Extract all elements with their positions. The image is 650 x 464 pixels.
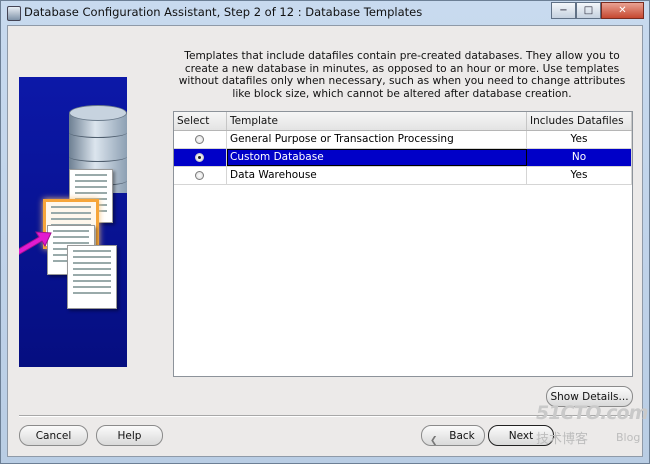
- dialog-body: Templates that include datafiles contain…: [7, 25, 648, 457]
- template-description: Templates that include datafiles contain…: [178, 50, 626, 100]
- column-header-datafiles: Includes Datafiles: [527, 112, 632, 130]
- template-radio-button[interactable]: [195, 171, 204, 180]
- back-button[interactable]: ❮ Back: [421, 425, 485, 446]
- includes-datafiles-value: Yes: [527, 167, 632, 184]
- template-name: General Purpose or Transaction Processin…: [227, 131, 527, 148]
- arrow-icon: [19, 231, 52, 255]
- column-header-select: Select: [174, 112, 227, 130]
- watermark-blog: Blog: [616, 431, 641, 444]
- maximize-button[interactable]: □: [576, 2, 601, 19]
- close-button[interactable]: ✕: [601, 2, 644, 19]
- table-header: Select Template Includes Datafiles: [174, 112, 632, 131]
- includes-datafiles-value: No: [527, 149, 632, 166]
- document-icon: [67, 245, 117, 309]
- template-radio-button[interactable]: [195, 153, 204, 162]
- minimize-button[interactable]: −: [551, 2, 576, 19]
- title-bar[interactable]: Database Configuration Assistant, Step 2…: [1, 1, 649, 25]
- back-label: Back: [449, 430, 475, 442]
- template-name: Data Warehouse: [227, 167, 527, 184]
- watermark-text: 技术博客: [536, 432, 589, 447]
- template-name: Custom Database: [227, 149, 527, 166]
- help-button[interactable]: Help: [96, 425, 163, 446]
- table-row[interactable]: General Purpose or Transaction Processin…: [174, 131, 632, 149]
- table-row[interactable]: Data Warehouse Yes: [174, 167, 632, 185]
- app-icon: [7, 6, 21, 21]
- includes-datafiles-value: Yes: [527, 131, 632, 148]
- window-title: Database Configuration Assistant, Step 2…: [24, 5, 423, 19]
- dialog-window: Database Configuration Assistant, Step 2…: [0, 0, 650, 464]
- column-header-template: Template: [227, 112, 527, 130]
- templates-table: Select Template Includes Datafiles Gener…: [173, 111, 633, 377]
- chevron-left-icon: ❮: [430, 436, 438, 446]
- table-row[interactable]: Custom Database No: [174, 149, 632, 167]
- database-illustration: [19, 77, 127, 367]
- template-radio-button[interactable]: [195, 135, 204, 144]
- watermark-logo: 51CTO.com: [536, 402, 648, 424]
- cancel-button[interactable]: Cancel: [19, 425, 88, 446]
